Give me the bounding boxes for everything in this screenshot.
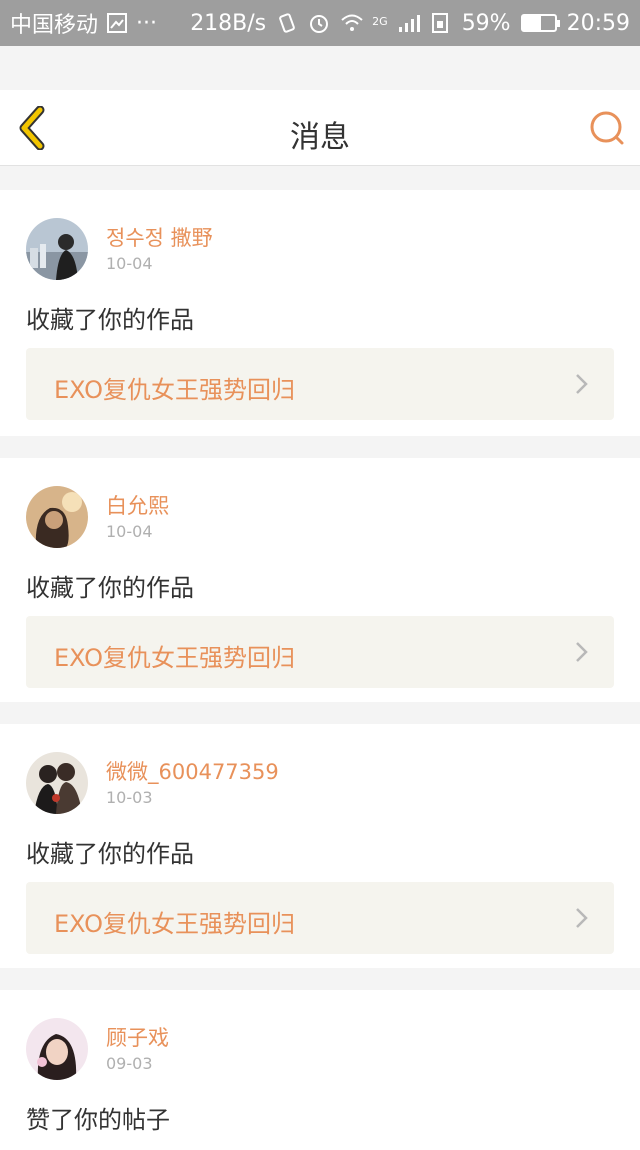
page-title: 消息 [290, 120, 350, 155]
referenced-work-title: EXO复仇女王强势回归 [54, 910, 295, 938]
message-list: 정수정 撒野 10-04 收藏了你的作品 EXO复仇女王强势回归 白允熙 10-… [0, 166, 640, 1150]
search-icon [586, 111, 626, 150]
search-button[interactable] [586, 110, 626, 146]
wifi-icon [340, 12, 363, 34]
avatar[interactable] [26, 218, 88, 280]
message-date: 09-03 [106, 1054, 153, 1073]
alarm-icon [308, 12, 330, 34]
app-header: 消息 [0, 90, 640, 166]
chevron-right-icon [572, 906, 590, 930]
message-card: 정수정 撒野 10-04 收藏了你的作品 EXO复仇女王强势回归 [0, 190, 640, 436]
spacer [0, 46, 640, 90]
message-date: 10-04 [106, 522, 153, 541]
username[interactable]: 顾子戏 [106, 1022, 169, 1052]
battery-icon [520, 14, 560, 32]
status-bar: 中国移动 ··· 218B/s 2G 59% 20:59 [0, 0, 640, 46]
chevron-right-icon [572, 640, 590, 664]
referenced-work-title: EXO复仇女王强势回归 [54, 644, 295, 672]
message-date: 10-04 [106, 254, 153, 273]
carrier-label: 中国移动 [10, 13, 99, 38]
avatar[interactable] [26, 1018, 88, 1080]
chevron-right-icon [572, 372, 590, 396]
action-text: 收藏了你的作品 [26, 574, 194, 602]
action-text: 收藏了你的作品 [26, 306, 194, 334]
more-dots: ··· [136, 10, 157, 36]
avatar[interactable] [26, 486, 88, 548]
username[interactable]: 白允熙 [106, 490, 169, 520]
referenced-work-title: EXO复仇女王强势回归 [54, 376, 295, 404]
referenced-work[interactable]: EXO复仇女王强势回归 [26, 882, 614, 954]
action-text: 收藏了你的作品 [26, 840, 194, 868]
avatar[interactable] [26, 752, 88, 814]
battery-percent: 59% [461, 10, 511, 36]
message-date: 10-03 [106, 788, 153, 807]
message-card: 顾子戏 09-03 赞了你的帖子 [0, 990, 640, 1150]
username[interactable]: 微微_600477359 [106, 756, 279, 786]
net-speed: 218B/s [190, 10, 267, 36]
signal-icon [398, 12, 420, 34]
referenced-work[interactable]: EXO复仇女王强势回归 [26, 616, 614, 688]
sim-icon [430, 12, 452, 34]
vibrate-icon [276, 12, 298, 34]
action-text: 赞了你的帖子 [26, 1106, 170, 1134]
username[interactable]: 정수정 撒野 [106, 222, 213, 252]
message-card: 白允熙 10-04 收藏了你的作品 EXO复仇女王强势回归 [0, 458, 640, 702]
network-type: 2G [372, 14, 388, 28]
message-card: 微微_600477359 10-03 收藏了你的作品 EXO复仇女王强势回归 [0, 724, 640, 968]
clock: 20:59 [566, 10, 630, 36]
image-icon [106, 12, 128, 34]
referenced-work[interactable]: EXO复仇女王强势回归 [26, 348, 614, 420]
